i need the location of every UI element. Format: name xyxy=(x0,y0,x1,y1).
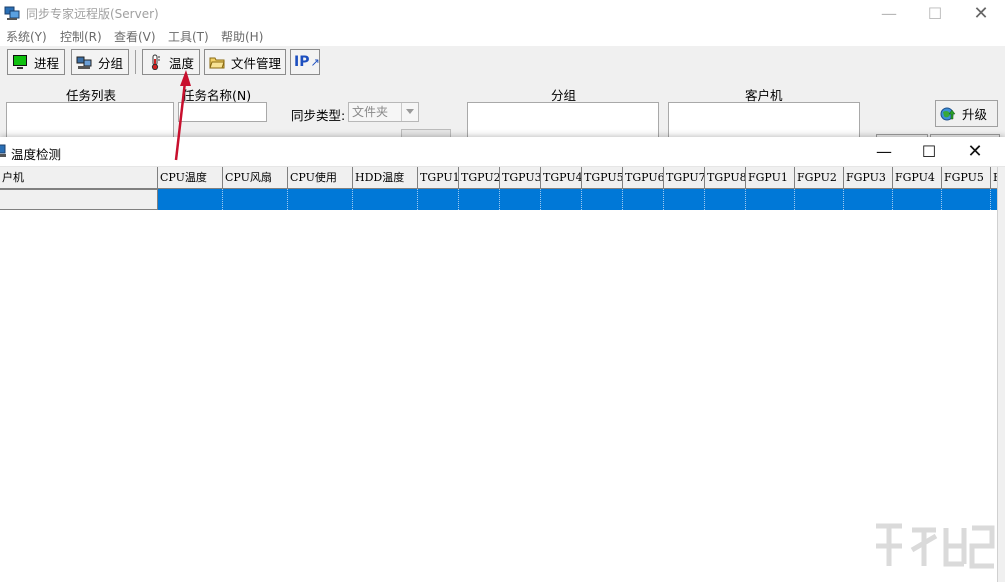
ip-button[interactable]: IP ↗ xyxy=(290,49,320,75)
chevron-down-icon xyxy=(401,103,418,121)
column-header-fgpu2[interactable]: FGPU2 xyxy=(795,167,844,189)
column-header-fgpu1[interactable]: FGPU1 xyxy=(746,167,795,189)
app-icon xyxy=(0,143,8,159)
menu-tools[interactable]: 工具(T) xyxy=(168,28,209,45)
column-header-tgpu8[interactable]: TGPU8 xyxy=(705,167,746,189)
menu-system[interactable]: 系统(Y) xyxy=(6,28,47,45)
maximize-icon[interactable]: ☐ xyxy=(906,137,952,166)
right-scrollbar[interactable] xyxy=(997,167,1005,582)
ip-label: IP xyxy=(294,54,309,70)
minimize-icon[interactable]: — xyxy=(866,0,912,26)
table-cell[interactable] xyxy=(418,189,459,210)
process-button[interactable]: 进程 xyxy=(7,49,65,75)
table-cell[interactable] xyxy=(158,189,223,210)
temperature-label: 温度 xyxy=(169,53,194,72)
column-header-tgpu4[interactable]: TGPU4 xyxy=(541,167,582,189)
maximize-icon[interactable]: ☐ xyxy=(912,0,958,26)
file-manage-button[interactable]: 文件管理 xyxy=(204,49,286,75)
arrow-up-right-icon: ↗ xyxy=(310,56,319,69)
table-cell[interactable] xyxy=(582,189,623,210)
task-name-input[interactable] xyxy=(178,102,267,122)
process-label: 进程 xyxy=(34,53,59,72)
sync-type-label: 同步类型: xyxy=(291,105,345,124)
column-header-tgpu6[interactable]: TGPU6 xyxy=(623,167,664,189)
main-toolbar: 进程 分组 温度 文件管理 IP ↗ xyxy=(0,46,1005,80)
main-window-title: 同步专家远程版(Server) xyxy=(26,5,159,22)
column-header-tgpu7[interactable]: TGPU7 xyxy=(664,167,705,189)
main-title-bar: 同步专家远程版(Server) — ☐ ✕ xyxy=(0,0,1005,26)
menu-help[interactable]: 帮助(H) xyxy=(221,28,263,45)
folder-icon xyxy=(209,54,225,70)
watermark-logo xyxy=(868,520,998,578)
toolbar-separator xyxy=(135,50,136,74)
upgrade-button[interactable]: 升级 xyxy=(935,100,998,127)
column-header-client[interactable]: 户机 xyxy=(0,167,158,189)
table-cell[interactable] xyxy=(705,189,746,210)
table-cell[interactable] xyxy=(500,189,541,210)
table-cell[interactable] xyxy=(459,189,500,210)
temperature-button[interactable]: 温度 xyxy=(142,49,200,75)
task-list-box[interactable] xyxy=(6,102,174,138)
table-cell[interactable] xyxy=(223,189,288,210)
column-header-tgpu3[interactable]: TGPU3 xyxy=(500,167,541,189)
group-label: 分组 xyxy=(98,53,123,72)
row-header-cell[interactable] xyxy=(0,189,158,210)
monitor-icon xyxy=(12,54,28,70)
temperature-dialog: 温度检测 — ☐ ✕ 户机CPU温度CPU风扇CPU使用HDD温度TGPU1TG… xyxy=(0,137,1005,582)
upgrade-label: 升级 xyxy=(962,104,987,123)
table-row-selected[interactable] xyxy=(158,189,997,210)
thermometer-icon xyxy=(147,54,163,70)
table-cell[interactable] xyxy=(288,189,353,210)
file-manage-label: 文件管理 xyxy=(231,53,281,72)
table-cell[interactable] xyxy=(844,189,893,210)
client-list-box[interactable] xyxy=(668,102,860,138)
dialog-title-bar: 温度检测 — ☐ ✕ xyxy=(0,137,1005,167)
table-cell[interactable] xyxy=(353,189,418,210)
column-header-fgpu5[interactable]: FGPU5 xyxy=(942,167,991,189)
table-cell[interactable] xyxy=(942,189,991,210)
computers-icon xyxy=(76,54,92,70)
column-header-tgpu5[interactable]: TGPU5 xyxy=(582,167,623,189)
sync-type-value: 文件夹 xyxy=(352,105,388,119)
column-header-tgpu1[interactable]: TGPU1 xyxy=(418,167,459,189)
table-cell[interactable] xyxy=(623,189,664,210)
column-header-fgpu3[interactable]: FGPU3 xyxy=(844,167,893,189)
temperature-grid: 户机CPU温度CPU风扇CPU使用HDD温度TGPU1TGPU2TGPU3TGP… xyxy=(0,167,1005,211)
sync-type-select[interactable]: 文件夹 xyxy=(348,102,419,122)
close-icon[interactable]: ✕ xyxy=(952,137,998,166)
menu-view[interactable]: 查看(V) xyxy=(114,28,156,45)
table-cell[interactable] xyxy=(664,189,705,210)
column-header-cpu风扇[interactable]: CPU风扇 xyxy=(223,167,288,189)
table-cell[interactable] xyxy=(541,189,582,210)
column-header-cpu温度[interactable]: CPU温度 xyxy=(158,167,223,189)
column-header-cpu使用[interactable]: CPU使用 xyxy=(288,167,353,189)
menu-bar: 系统(Y) 控制(R) 查看(V) 工具(T) 帮助(H) xyxy=(0,26,1005,46)
table-cell[interactable] xyxy=(893,189,942,210)
group-button[interactable]: 分组 xyxy=(71,49,129,75)
dialog-title: 温度检测 xyxy=(11,144,61,163)
menu-control[interactable]: 控制(R) xyxy=(60,28,102,45)
close-icon[interactable]: ✕ xyxy=(958,0,1004,26)
globe-upgrade-icon xyxy=(940,106,956,122)
table-cell[interactable] xyxy=(795,189,844,210)
table-cell[interactable] xyxy=(746,189,795,210)
task-form-area: 任务列表 任务名称(N) 同步类型: 文件夹 分组 客户机 升级 xyxy=(0,80,1005,138)
column-header-hdd温度[interactable]: HDD温度 xyxy=(353,167,418,189)
minimize-icon[interactable]: — xyxy=(861,137,907,166)
column-header-fgpu4[interactable]: FGPU4 xyxy=(893,167,942,189)
app-icon xyxy=(4,5,20,21)
group-list-box[interactable] xyxy=(467,102,659,138)
column-header-tgpu2[interactable]: TGPU2 xyxy=(459,167,500,189)
